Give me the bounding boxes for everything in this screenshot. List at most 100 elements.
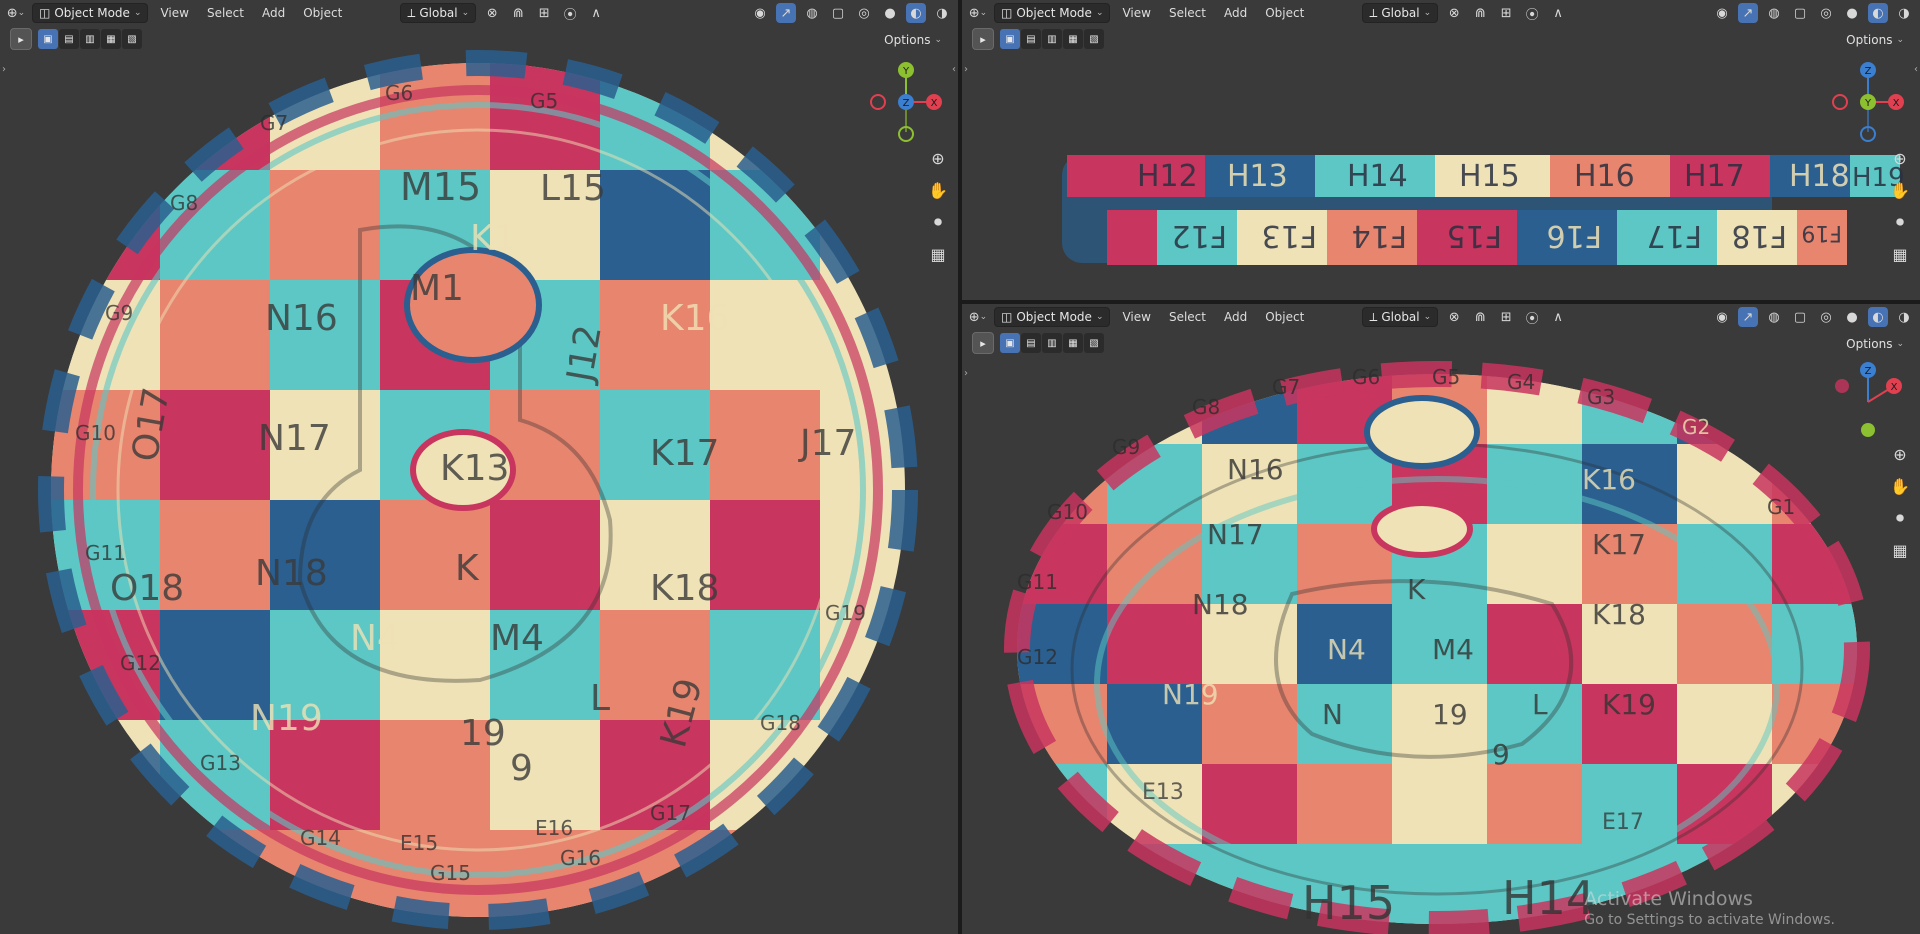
falloff-icon[interactable]: ∧ bbox=[1548, 307, 1568, 327]
rendered-shading-icon[interactable]: ◑ bbox=[1894, 3, 1914, 23]
editor-type-icon[interactable]: ⊕ ⌄ bbox=[968, 307, 988, 327]
pivot-icon[interactable]: ⊗ bbox=[1444, 3, 1464, 23]
grid-icon[interactable]: ▦ bbox=[1888, 538, 1912, 562]
gizmo-icon[interactable]: ↗ bbox=[1738, 307, 1758, 327]
editor-type-icon[interactable]: ⊕ ⌄ bbox=[6, 3, 26, 23]
material-shading-icon[interactable]: ◐ bbox=[1868, 3, 1888, 23]
wireframe-shading-icon[interactable]: ◎ bbox=[1816, 3, 1836, 23]
snap-icon[interactable]: ⋒ bbox=[1470, 3, 1490, 23]
visibility-icon[interactable]: ◉ bbox=[1712, 307, 1732, 327]
menu-view[interactable]: View bbox=[154, 6, 194, 20]
falloff-icon[interactable]: ∧ bbox=[1548, 3, 1568, 23]
menu-add[interactable]: Add bbox=[1218, 310, 1253, 324]
zoom-icon[interactable]: ⊕ bbox=[1888, 442, 1912, 466]
material-shading-icon[interactable]: ◐ bbox=[906, 3, 926, 23]
falloff-icon[interactable]: ∧ bbox=[586, 3, 606, 23]
gizmo-icon[interactable]: ↗ bbox=[776, 3, 796, 23]
toolbar-expand-icon[interactable]: › bbox=[2, 64, 6, 75]
select-extend-icon[interactable]: ▤ bbox=[59, 29, 79, 49]
navigation-gizmo[interactable]: Z X bbox=[1828, 360, 1908, 444]
xray-icon[interactable]: ▢ bbox=[1790, 3, 1810, 23]
select-tool-icon[interactable]: ▸ bbox=[972, 28, 994, 50]
select-new-icon[interactable]: ▣ bbox=[1000, 333, 1020, 353]
pan-hand-icon[interactable]: ✋ bbox=[1888, 474, 1912, 498]
mode-dropdown[interactable]: ◫ Object Mode ⌄ bbox=[994, 307, 1111, 327]
menu-add[interactable]: Add bbox=[256, 6, 291, 20]
select-new-icon[interactable]: ▣ bbox=[1000, 29, 1020, 49]
snap-target-icon[interactable]: ⊞ bbox=[1496, 307, 1516, 327]
snap-icon[interactable]: ⋒ bbox=[1470, 307, 1490, 327]
sidebar-expand-icon[interactable]: ‹ bbox=[952, 64, 956, 75]
visibility-icon[interactable]: ◉ bbox=[750, 3, 770, 23]
menu-view[interactable]: View bbox=[1116, 6, 1156, 20]
orientation-dropdown[interactable]: ⟂ Global ⌄ bbox=[1362, 3, 1439, 23]
material-shading-icon[interactable]: ◐ bbox=[1868, 307, 1888, 327]
options-button[interactable]: Options ⌄ bbox=[876, 30, 950, 50]
toolbar-expand-icon[interactable]: › bbox=[964, 64, 968, 75]
solid-shading-icon[interactable]: ● bbox=[1842, 307, 1862, 327]
zoom-icon[interactable]: ⊕ bbox=[1888, 146, 1912, 170]
mode-dropdown[interactable]: ◫ Object Mode ⌄ bbox=[994, 3, 1111, 23]
wireframe-shading-icon[interactable]: ◎ bbox=[1816, 307, 1836, 327]
proportional-edit-icon[interactable]: ⦿ bbox=[560, 3, 580, 23]
select-invert-icon[interactable]: ▦ bbox=[1063, 29, 1083, 49]
select-extend-icon[interactable]: ▤ bbox=[1021, 29, 1041, 49]
menu-object[interactable]: Object bbox=[297, 6, 348, 20]
select-extend-icon[interactable]: ▤ bbox=[1021, 333, 1041, 353]
snap-icon[interactable]: ⋒ bbox=[508, 3, 528, 23]
gizmo-icon[interactable]: ↗ bbox=[1738, 3, 1758, 23]
orientation-dropdown[interactable]: ⟂ Global ⌄ bbox=[400, 3, 477, 23]
select-invert-icon[interactable]: ▦ bbox=[1063, 333, 1083, 353]
navigation-gizmo[interactable]: Z X Y bbox=[1828, 60, 1908, 144]
rendered-shading-icon[interactable]: ◑ bbox=[1894, 307, 1914, 327]
solid-shading-icon[interactable]: ● bbox=[1842, 3, 1862, 23]
select-intersect-icon[interactable]: ▧ bbox=[122, 29, 142, 49]
select-intersect-icon[interactable]: ▧ bbox=[1084, 333, 1104, 353]
grid-icon[interactable]: ▦ bbox=[1888, 242, 1912, 266]
overlay-icon[interactable]: ◍ bbox=[1764, 3, 1784, 23]
select-subtract-icon[interactable]: ▥ bbox=[1042, 29, 1062, 49]
select-subtract-icon[interactable]: ▥ bbox=[1042, 333, 1062, 353]
grid-icon[interactable]: ▦ bbox=[926, 242, 950, 266]
menu-add[interactable]: Add bbox=[1218, 6, 1253, 20]
camera-icon[interactable]: ⏺ bbox=[1888, 506, 1912, 530]
sidebar-expand-icon[interactable]: ‹ bbox=[1914, 64, 1918, 75]
visibility-icon[interactable]: ◉ bbox=[1712, 3, 1732, 23]
menu-select[interactable]: Select bbox=[1163, 6, 1212, 20]
select-tool-icon[interactable]: ▸ bbox=[972, 332, 994, 354]
proportional-edit-icon[interactable]: ⦿ bbox=[1522, 3, 1542, 23]
pan-hand-icon[interactable]: ✋ bbox=[1888, 178, 1912, 202]
viewport-bottom-right[interactable]: G7 G6 G5 G4 G3 G2 G8 G9 G10 G11 G12 G1 N… bbox=[962, 304, 1920, 934]
snap-target-icon[interactable]: ⊞ bbox=[1496, 3, 1516, 23]
navigation-gizmo[interactable]: Y X Z bbox=[866, 60, 946, 144]
overlay-icon[interactable]: ◍ bbox=[1764, 307, 1784, 327]
xray-icon[interactable]: ▢ bbox=[828, 3, 848, 23]
viewport-left[interactable]: M15 L15 K1 M1 N16 K16 J12 N17 K17 J17 O1… bbox=[0, 0, 958, 934]
camera-icon[interactable]: ⏺ bbox=[926, 210, 950, 234]
menu-select[interactable]: Select bbox=[201, 6, 250, 20]
xray-icon[interactable]: ▢ bbox=[1790, 307, 1810, 327]
overlay-icon[interactable]: ◍ bbox=[802, 3, 822, 23]
snap-target-icon[interactable]: ⊞ bbox=[534, 3, 554, 23]
proportional-edit-icon[interactable]: ⦿ bbox=[1522, 307, 1542, 327]
pivot-icon[interactable]: ⊗ bbox=[1444, 307, 1464, 327]
camera-icon[interactable]: ⏺ bbox=[1888, 210, 1912, 234]
select-tool-icon[interactable]: ▸ bbox=[10, 28, 32, 50]
editor-type-icon[interactable]: ⊕ ⌄ bbox=[968, 3, 988, 23]
select-intersect-icon[interactable]: ▧ bbox=[1084, 29, 1104, 49]
solid-shading-icon[interactable]: ● bbox=[880, 3, 900, 23]
menu-view[interactable]: View bbox=[1116, 310, 1156, 324]
wireframe-shading-icon[interactable]: ◎ bbox=[854, 3, 874, 23]
menu-select[interactable]: Select bbox=[1163, 310, 1212, 324]
pan-hand-icon[interactable]: ✋ bbox=[926, 178, 950, 202]
options-button[interactable]: Options ⌄ bbox=[1838, 334, 1912, 354]
orientation-dropdown[interactable]: ⟂ Global ⌄ bbox=[1362, 307, 1439, 327]
select-invert-icon[interactable]: ▦ bbox=[101, 29, 121, 49]
toolbar-expand-icon[interactable]: › bbox=[964, 368, 968, 379]
pivot-icon[interactable]: ⊗ bbox=[482, 3, 502, 23]
menu-object[interactable]: Object bbox=[1259, 6, 1310, 20]
zoom-icon[interactable]: ⊕ bbox=[926, 146, 950, 170]
menu-object[interactable]: Object bbox=[1259, 310, 1310, 324]
select-new-icon[interactable]: ▣ bbox=[38, 29, 58, 49]
select-subtract-icon[interactable]: ▥ bbox=[80, 29, 100, 49]
